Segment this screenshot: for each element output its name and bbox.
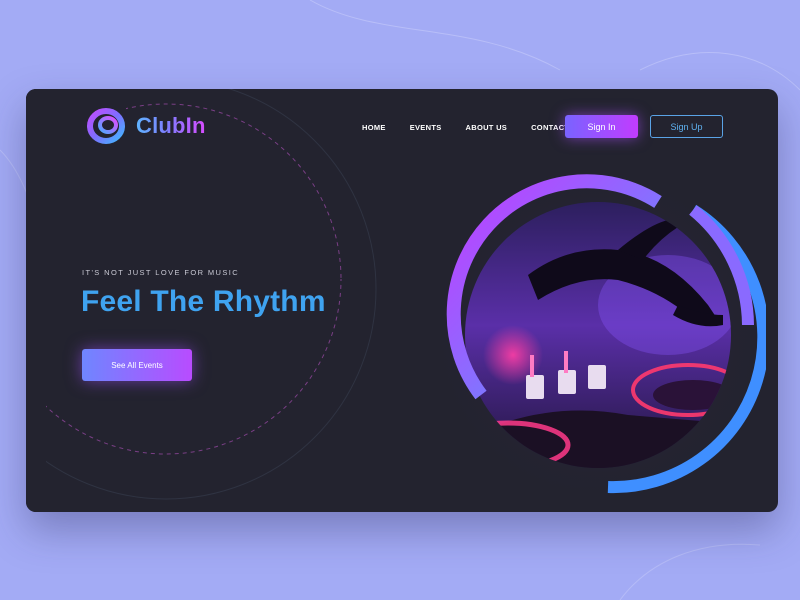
- sign-in-button[interactable]: Sign In: [565, 115, 638, 138]
- hero-headline: Feel The Rhythm: [81, 285, 326, 318]
- brand-logo[interactable]: ClubIn: [84, 104, 206, 148]
- sign-up-button[interactable]: Sign Up: [650, 115, 723, 138]
- nav-item-about-us[interactable]: ABOUT US: [466, 123, 508, 132]
- hero-dj-image: [428, 165, 766, 505]
- see-all-events-button[interactable]: See All Events: [82, 349, 192, 381]
- main-navigation: HOME EVENTS ABOUT US CONTACT: [362, 123, 593, 132]
- hero-tagline: IT'S NOT JUST LOVE FOR MUSIC: [82, 268, 240, 277]
- brand-name: ClubIn: [136, 113, 206, 138]
- clubin-ring-logo-icon: [87, 108, 125, 144]
- landing-card: ClubIn HOME EVENTS ABOUT US CONTACT Sign…: [26, 89, 778, 512]
- nav-item-events[interactable]: EVENTS: [410, 123, 442, 132]
- nav-item-contact[interactable]: CONTACT: [531, 123, 569, 132]
- nav-item-home[interactable]: HOME: [362, 123, 386, 132]
